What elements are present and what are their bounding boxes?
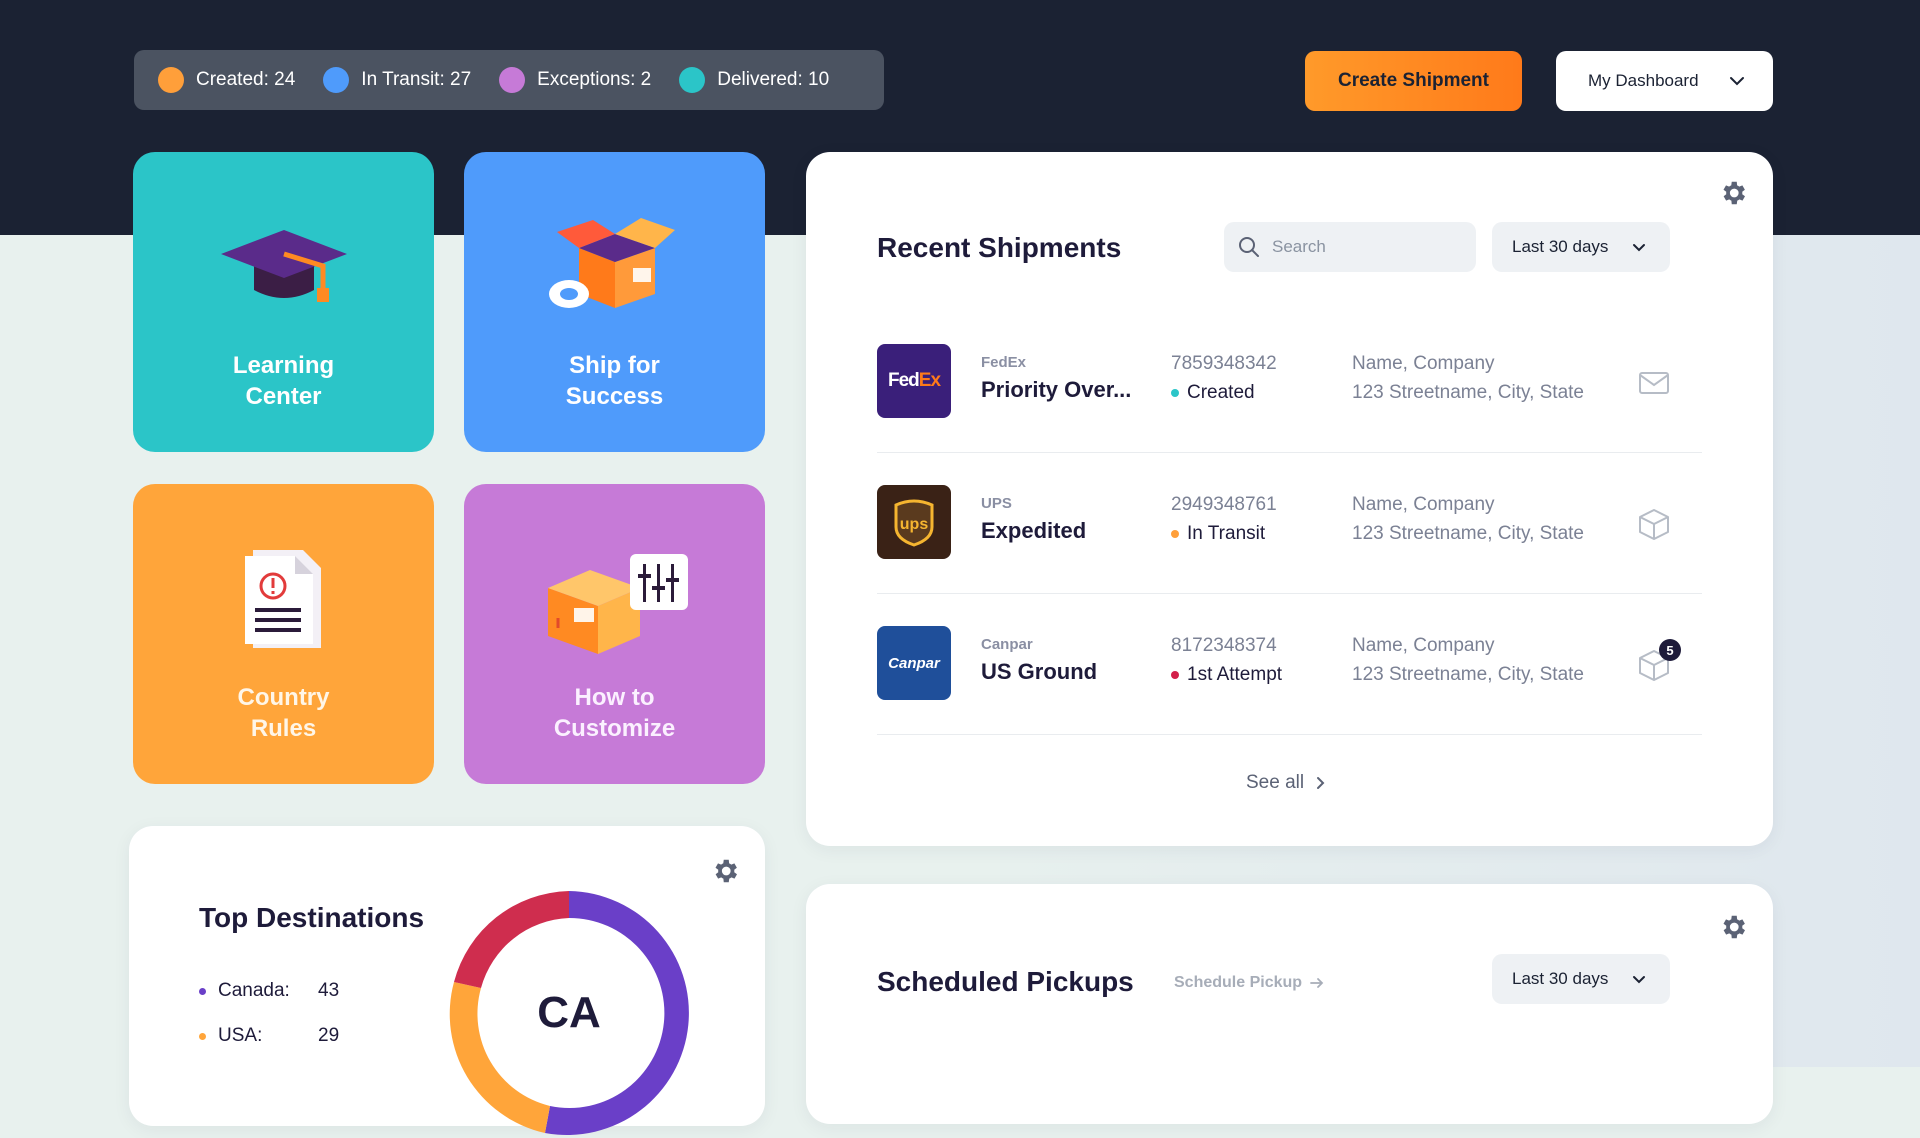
gear-icon[interactable] xyxy=(710,856,740,886)
status-created[interactable]: Created: 24 xyxy=(158,67,295,93)
canpar-logo: Canpar xyxy=(877,626,951,700)
legend-dot xyxy=(199,1032,206,1040)
recipient-address: 123 Streetname, City, State xyxy=(1352,382,1584,403)
schedule-pickup-label: Schedule Pickup xyxy=(1174,974,1303,991)
range-select-value: Last 30 days xyxy=(1512,969,1609,988)
status-label: Exceptions: 2 xyxy=(537,69,652,90)
tracking-number[interactable]: 7859348342 xyxy=(1171,353,1277,375)
status-text: In Transit xyxy=(1187,523,1266,544)
status-label: Created: 24 xyxy=(196,69,296,90)
tile-learning-center[interactable]: Learning Center xyxy=(133,152,434,452)
tracking-number[interactable]: 8172348374 xyxy=(1171,635,1277,657)
recipient-name: Name, Company xyxy=(1352,353,1495,374)
shipment-status-summary: Created: 24 In Transit: 27 Exceptions: 2… xyxy=(134,50,884,110)
alert-document-icon xyxy=(244,550,321,648)
tile-label: Country Rules xyxy=(237,684,330,742)
recipient-name: Name, Company xyxy=(1352,635,1495,656)
see-all-link[interactable]: See all xyxy=(1246,772,1325,794)
shipment-row[interactable]: Canpar Canpar US Ground 8172348374 1st A… xyxy=(877,593,1702,735)
see-all-label: See all xyxy=(1246,772,1305,793)
destination-item: Canada: 43 xyxy=(199,980,339,1002)
recipient-address: 123 Streetname, City, State xyxy=(1352,664,1584,685)
donut-segment-other[interactable] xyxy=(454,891,569,988)
status-dot xyxy=(158,67,184,93)
chevron-right-icon xyxy=(1317,777,1325,789)
scheduled-pickups-card: Scheduled Pickups Schedule Pickup Last 3… xyxy=(806,884,1773,1124)
carrier-name: UPS xyxy=(981,495,1012,512)
graduation-cap-icon xyxy=(220,230,347,302)
tile-label: Ship for Success xyxy=(565,352,664,410)
destination-label: USA: xyxy=(218,1025,263,1046)
status-dot xyxy=(1171,671,1179,679)
search-box[interactable] xyxy=(1224,222,1476,272)
pickups-range-select[interactable]: Last 30 days xyxy=(1492,954,1670,1004)
destination-label: Canada: xyxy=(218,980,290,1001)
status-dot xyxy=(1171,530,1179,538)
status-dot xyxy=(679,67,706,93)
status-delivered[interactable]: Delivered: 10 xyxy=(679,67,829,93)
shipment-row[interactable]: FedEx FedEx Priority Over... 7859348342 … xyxy=(877,311,1702,453)
tile-ship-for-success[interactable]: Ship for Success xyxy=(464,152,765,452)
recipient-address: 123 Streetname, City, State xyxy=(1352,523,1584,544)
recent-shipments-title: Recent Shipments xyxy=(877,232,1122,263)
svg-text:ups: ups xyxy=(900,516,929,533)
tile-country-rules[interactable]: Country Rules xyxy=(133,484,434,784)
destination-value: 29 xyxy=(318,1025,340,1046)
fedex-logo: FedEx xyxy=(877,344,951,418)
shipment-status: In Transit xyxy=(1171,523,1265,545)
shipment-status: Created xyxy=(1171,382,1255,404)
mail-icon[interactable] xyxy=(1637,366,1671,400)
gear-icon[interactable] xyxy=(1718,178,1748,208)
search-input[interactable] xyxy=(1270,236,1454,258)
destination-value: 43 xyxy=(318,980,340,1001)
search-icon xyxy=(1239,237,1259,257)
service-name: Expedited xyxy=(981,518,1087,543)
gear-icon[interactable] xyxy=(1718,912,1748,942)
status-exceptions[interactable]: Exceptions: 2 xyxy=(499,67,651,93)
donut-segment-usa[interactable] xyxy=(449,982,550,1133)
status-text: 1st Attempt xyxy=(1187,664,1283,685)
tile-label: Learning Center xyxy=(232,352,335,410)
arrow-right-icon xyxy=(1310,978,1324,988)
chevron-down-icon xyxy=(1730,77,1744,86)
status-text: Created xyxy=(1187,382,1255,403)
chevron-down-icon xyxy=(1633,243,1645,251)
destinations-donut-chart: CA xyxy=(449,891,689,1135)
service-name: US Ground xyxy=(981,659,1098,684)
ups-logo: ups xyxy=(877,485,951,559)
status-label: Delivered: 10 xyxy=(717,69,830,90)
recipient-name: Name, Company xyxy=(1352,494,1495,515)
tracking-number[interactable]: 2949348761 xyxy=(1171,494,1277,516)
donut-center-label: CA xyxy=(537,988,601,1037)
open-box-icon xyxy=(548,218,675,308)
shipment-row[interactable]: ups UPS Expedited 2949348761 In Transit … xyxy=(877,452,1702,594)
dashboard-select[interactable]: My Dashboard xyxy=(1556,51,1773,111)
carrier-name: Canpar xyxy=(981,636,1033,653)
schedule-pickup-link[interactable]: Schedule Pickup xyxy=(1174,974,1324,992)
service-name: Priority Over... xyxy=(981,377,1132,402)
dashboard-select-value: My Dashboard xyxy=(1588,71,1699,90)
top-destinations-title: Top Destinations xyxy=(199,902,425,933)
tile-how-to-customize[interactable]: How to Customize xyxy=(464,484,765,784)
status-label: In Transit: 27 xyxy=(361,69,472,90)
shipment-status: 1st Attempt xyxy=(1171,664,1282,686)
recent-shipments-card: Recent Shipments Last 30 days FedEx FedE… xyxy=(806,152,1773,846)
notification-badge: 5 xyxy=(1659,639,1681,661)
status-dot xyxy=(323,67,350,93)
package-icon[interactable] xyxy=(1637,507,1671,541)
chevron-down-icon xyxy=(1633,975,1645,983)
destination-item: USA: 29 xyxy=(199,1025,339,1047)
recent-range-select[interactable]: Last 30 days xyxy=(1492,222,1670,272)
range-select-value: Last 30 days xyxy=(1512,237,1609,256)
box-settings-icon xyxy=(547,554,688,654)
create-shipment-button[interactable]: Create Shipment xyxy=(1305,51,1522,111)
top-destinations-card: Top Destinations Canada: 43 USA: 29 CA xyxy=(129,826,765,1135)
legend-dot xyxy=(199,987,206,995)
scheduled-pickups-title: Scheduled Pickups xyxy=(877,966,1134,997)
status-in-transit[interactable]: In Transit: 27 xyxy=(323,67,471,93)
status-dot xyxy=(1171,389,1179,397)
carrier-name: FedEx xyxy=(981,354,1027,371)
status-dot xyxy=(499,67,526,93)
tile-label: How to Customize xyxy=(553,684,676,742)
